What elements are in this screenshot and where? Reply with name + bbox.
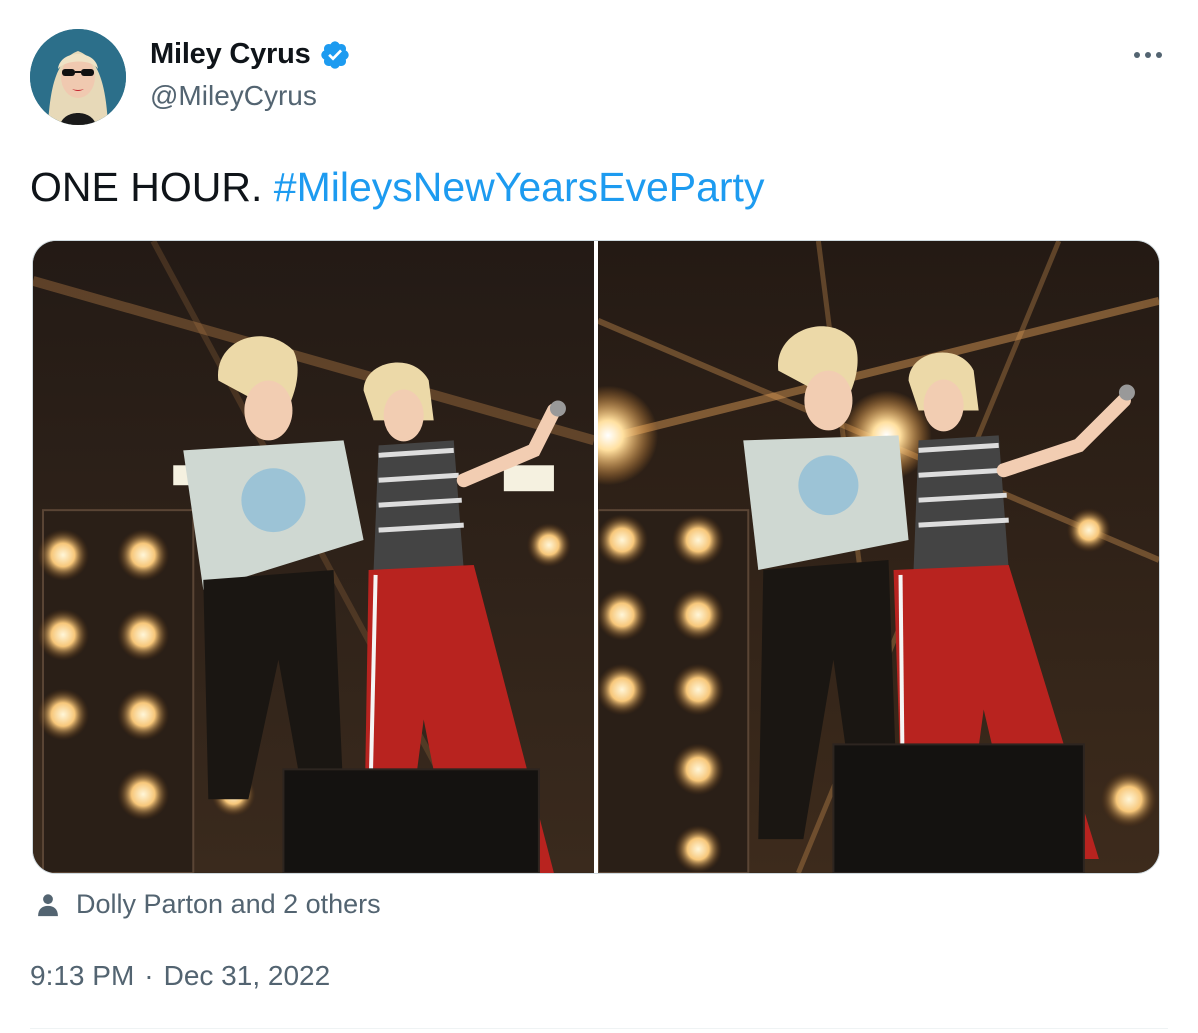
more-options-icon[interactable] bbox=[1128, 40, 1168, 70]
tweet-timestamp: 9:13 PM · Dec 31, 2022 bbox=[30, 960, 330, 992]
avatar[interactable] bbox=[30, 29, 126, 125]
author-handle[interactable]: @MileyCyrus bbox=[150, 80, 317, 112]
verified-badge-icon bbox=[319, 39, 351, 71]
tweet-body: ONE HOUR. bbox=[30, 164, 263, 210]
tweet-card: Miley Cyrus @MileyCyrus ONE HOUR. #Miley… bbox=[0, 0, 1198, 1033]
avatar-photo bbox=[30, 29, 126, 125]
tweet-photo-2[interactable] bbox=[598, 241, 1159, 873]
timestamp-separator: · bbox=[144, 960, 154, 991]
tagged-users-label: Dolly Parton and 2 others bbox=[76, 889, 381, 919]
person-icon bbox=[34, 891, 62, 919]
tweet-time[interactable]: 9:13 PM bbox=[30, 960, 134, 992]
tweet-date[interactable]: Dec 31, 2022 bbox=[164, 960, 331, 992]
tagged-users[interactable]: Dolly Parton and 2 others bbox=[34, 889, 381, 920]
media-grid bbox=[32, 240, 1160, 874]
tweet-photo-1[interactable] bbox=[33, 241, 594, 873]
author-name-row: Miley Cyrus bbox=[150, 38, 351, 71]
hashtag-link[interactable]: #MileysNewYearsEveParty bbox=[274, 164, 765, 210]
display-name[interactable]: Miley Cyrus bbox=[150, 38, 311, 71]
tweet-text: ONE HOUR. #MileysNewYearsEveParty bbox=[30, 162, 764, 212]
divider bbox=[30, 1028, 1168, 1029]
